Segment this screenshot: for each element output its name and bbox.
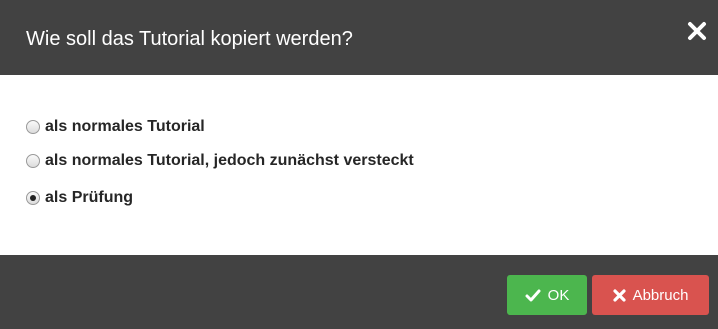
option-exam[interactable]: als Prüfung [26, 186, 133, 210]
dialog-title: Wie soll das Tutorial kopiert werden? [26, 28, 353, 50]
radio-button[interactable] [26, 154, 40, 168]
dialog-header: Wie soll das Tutorial kopiert werden? [0, 0, 718, 75]
close-icon[interactable] [686, 20, 708, 42]
option-normal-tutorial-hidden[interactable]: als normales Tutorial, jedoch zunächst v… [26, 149, 414, 173]
option-label: als Prüfung [45, 189, 134, 206]
radio-button[interactable] [26, 120, 40, 134]
cancel-button[interactable]: Abbruch [592, 275, 709, 315]
option-label: als normales Tutorial, jedoch zunächst v… [45, 152, 414, 169]
option-normal-tutorial[interactable]: als normales Tutorial [26, 115, 205, 139]
dialog-footer: OK Abbruch [0, 255, 718, 329]
ok-label: OK [547, 286, 570, 304]
radio-button-selected[interactable] [26, 191, 40, 205]
check-icon [525, 289, 541, 302]
dialog-body: als normales Tutorial als normales Tutor… [0, 75, 718, 255]
cancel-label: Abbruch [632, 286, 689, 304]
option-label: als normales Tutorial [45, 118, 205, 135]
x-icon [612, 288, 626, 302]
ok-button[interactable]: OK [507, 275, 587, 315]
copy-tutorial-dialog: Wie soll das Tutorial kopiert werden? al… [0, 0, 718, 329]
